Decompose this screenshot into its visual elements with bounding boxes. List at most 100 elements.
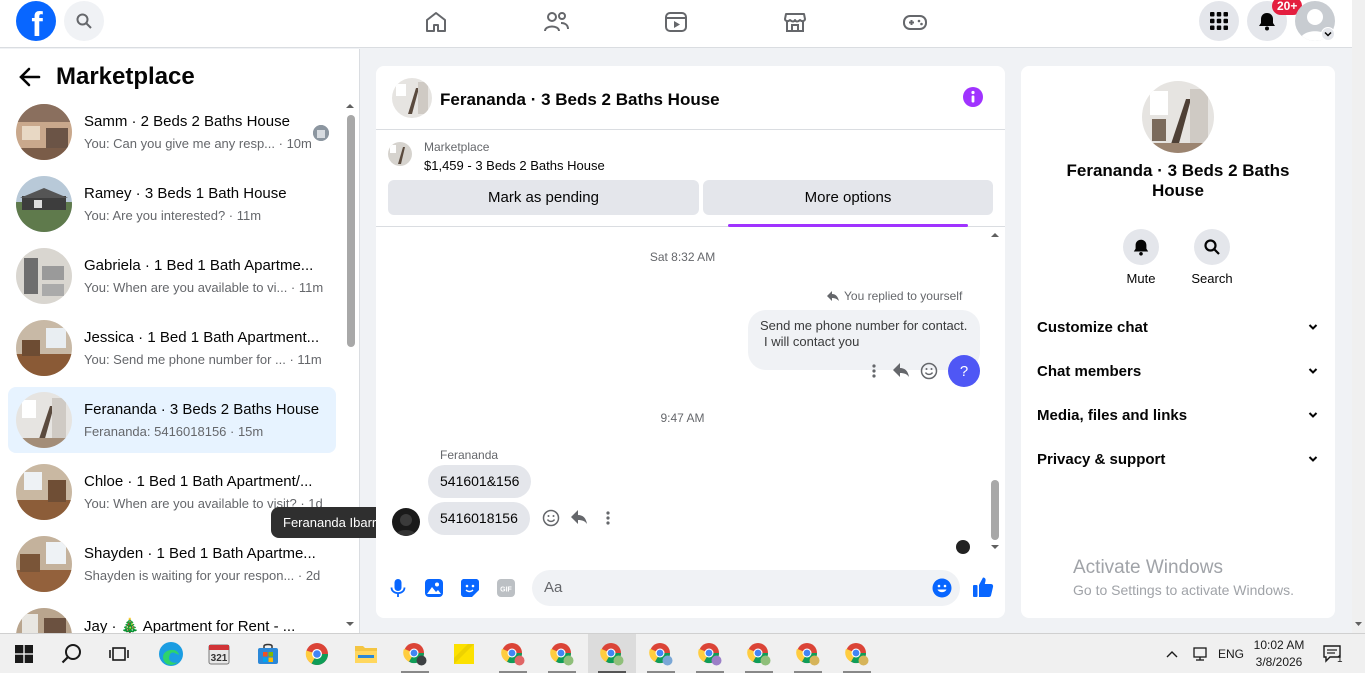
taskbar-app-chrome-profile[interactable] (546, 638, 578, 670)
chat-scrollbar[interactable] (988, 228, 1002, 554)
received-more-button[interactable] (602, 509, 614, 527)
network-button[interactable] (1188, 638, 1212, 670)
mute-button[interactable] (1123, 229, 1159, 265)
nav-marketplace[interactable] (775, 8, 815, 36)
chrome-profile-icon (550, 643, 574, 666)
start-button[interactable] (8, 638, 40, 670)
store-icon (258, 643, 278, 664)
taskbar-search-button[interactable] (56, 638, 88, 670)
mark-as-pending-button[interactable]: Mark as pending (388, 180, 699, 215)
svg-text:321: 321 (211, 653, 228, 664)
taskbar-app-chrome-profile[interactable] (645, 638, 677, 670)
taskbar-app-sticky-notes[interactable] (448, 638, 480, 670)
customize-chat-row[interactable]: Customize chat (1037, 312, 1319, 342)
received-message-bubble[interactable]: 541601&156 (428, 465, 532, 498)
message-more-button[interactable] (868, 362, 880, 380)
gif-button[interactable]: GIF (496, 578, 516, 598)
nav-video[interactable] (656, 8, 696, 36)
taskbar-app-chrome-profile[interactable] (399, 638, 431, 670)
search-button[interactable] (64, 1, 104, 41)
page-scrollbar[interactable] (1352, 0, 1365, 633)
scrollbar-thumb[interactable] (991, 480, 999, 540)
chat-header-thumbnail[interactable] (392, 78, 432, 118)
media-files-links-row[interactable]: Media, files and links (1037, 400, 1319, 430)
clock[interactable]: 10:02 AM 3/8/2026 (1250, 637, 1308, 671)
taskbar-app-file-explorer[interactable] (350, 638, 382, 670)
facebook-logo[interactable]: f (16, 1, 56, 41)
conversation-item[interactable]: Shayden · 1 Bed 1 Bath Apartme... Shayde… (8, 531, 336, 597)
emoji-button[interactable] (932, 578, 952, 598)
my-message-bubble[interactable]: Send me phone number for contact. I will… (748, 310, 980, 370)
show-hidden-icons-button[interactable] (1160, 638, 1184, 670)
conversation-snippet: Shayden is waiting for your respon... · … (84, 568, 321, 583)
nav-friends[interactable] (536, 8, 576, 36)
action-center-button[interactable] (1318, 638, 1348, 670)
menu-button[interactable] (1199, 1, 1239, 41)
received-message-bubble[interactable]: 5416018156 (428, 502, 530, 535)
task-view-button[interactable] (103, 638, 135, 670)
search-in-conversation-button[interactable] (1194, 229, 1230, 265)
chat-members-row[interactable]: Chat members (1037, 356, 1319, 386)
conversation-item[interactable]: Jay · 🎄 Apartment for Rent - ... (8, 603, 336, 633)
taskbar-app-chrome-profile[interactable] (497, 638, 529, 670)
like-button[interactable] (972, 576, 994, 598)
more-options-button[interactable]: More options (703, 180, 993, 215)
conversation-title: Jay · 🎄 Apartment for Rent - ... (84, 618, 296, 633)
sender-avatar[interactable] (392, 508, 420, 536)
taskbar-app-chrome-profile[interactable] (792, 638, 824, 670)
conversation-item-selected[interactable]: Ferananda · 3 Beds 2 Baths House Feranan… (8, 387, 336, 453)
inbox-scrollbar[interactable] (344, 99, 356, 633)
received-react-button[interactable] (542, 509, 560, 527)
listing-photo[interactable] (1142, 81, 1214, 153)
attach-photo-button[interactable] (424, 578, 444, 598)
listing-price-title[interactable]: $1,459 - 3 Beds 2 Baths House (424, 158, 605, 173)
privacy-support-row[interactable]: Privacy & support (1037, 444, 1319, 474)
conversation-item[interactable]: Gabriela · 1 Bed 1 Bath Apartme... You: … (8, 243, 336, 309)
taskbar-app-chrome-profile-active[interactable] (596, 638, 628, 670)
home-icon (426, 12, 446, 32)
folder-icon (355, 646, 377, 663)
chat-title[interactable]: Ferananda · 3 Beds 2 Baths House (440, 90, 720, 110)
received-reply-button[interactable] (570, 509, 588, 527)
chevron-down-icon (1308, 456, 1318, 462)
message-input[interactable]: Aa (532, 570, 960, 606)
bell-icon (1133, 239, 1149, 256)
conversation-item[interactable]: Jessica · 1 Bed 1 Bath Apartment... You:… (8, 315, 336, 381)
nav-gaming[interactable] (895, 8, 935, 36)
nav-home[interactable] (416, 8, 456, 36)
listing-thumbnail-small[interactable] (388, 142, 412, 166)
scroll-down-arrow-icon (1355, 622, 1362, 626)
taskbar-app-chrome[interactable] (301, 638, 333, 670)
taskbar-app-calendar[interactable]: 321 (203, 638, 235, 670)
photo-icon (425, 579, 443, 597)
conversation-item[interactable]: Samm · 2 Beds 2 Baths House You: Can you… (8, 99, 336, 165)
taskbar-app-chrome-profile[interactable] (743, 638, 775, 670)
message-react-button[interactable] (920, 362, 938, 380)
taskbar-app-chrome-profile[interactable] (841, 638, 873, 670)
scroll-down-arrow-icon (991, 545, 999, 549)
account-menu-chevron[interactable] (1321, 27, 1335, 41)
sticker-button[interactable] (460, 578, 480, 598)
top-nav-bar: f 20+ (0, 0, 1352, 48)
conversation-item[interactable]: Ramey · 3 Beds 1 Bath House You: Are you… (8, 171, 336, 237)
voice-clip-button[interactable] (388, 578, 408, 598)
chrome-profile-icon (649, 643, 673, 666)
scroll-up-arrow-icon (991, 233, 999, 237)
svg-text:GIF: GIF (500, 587, 512, 594)
chevron-down-icon (1308, 368, 1318, 374)
language-indicator[interactable]: ENG (1218, 647, 1244, 661)
chrome-profile-icon (747, 643, 771, 666)
taskbar-app-chrome-profile[interactable] (694, 638, 726, 670)
taskbar-app-store[interactable] (252, 638, 284, 670)
taskbar-app-edge[interactable] (155, 638, 187, 670)
sticky-notes-icon (454, 644, 474, 664)
scrollbar-thumb[interactable] (347, 115, 355, 347)
conversation-snippet: Ferananda: 5416018156 · 15m (84, 424, 264, 439)
panel-title: Marketplace (56, 63, 195, 90)
svg-text:f: f (31, 6, 43, 41)
back-button[interactable] (18, 65, 46, 91)
message-reply-button[interactable] (892, 362, 910, 380)
conversation-info-button[interactable] (963, 87, 983, 107)
message-status-bubble[interactable]: ? (948, 355, 980, 387)
activate-windows-title: Activate Windows (1073, 557, 1223, 578)
